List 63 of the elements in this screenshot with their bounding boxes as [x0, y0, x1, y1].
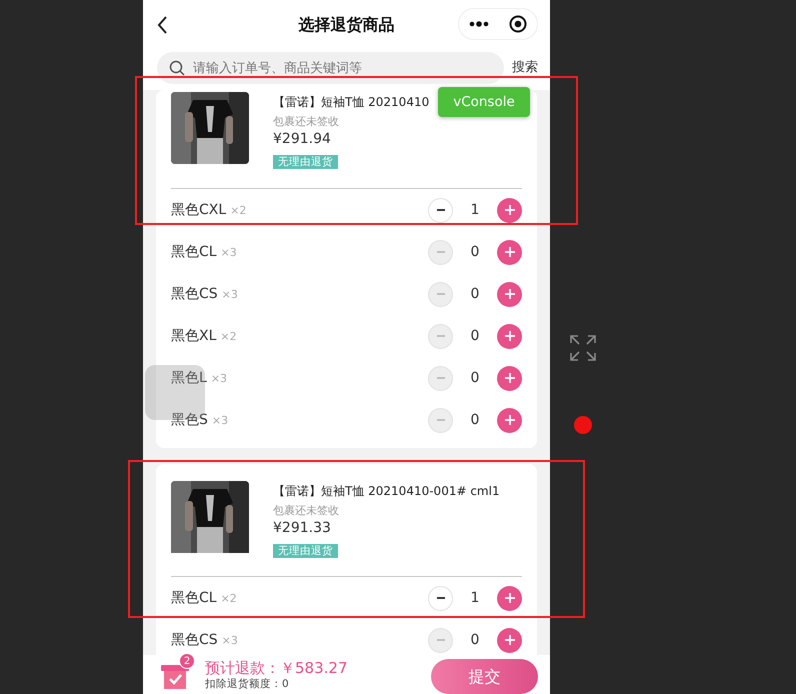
stock-count: ×2 [220, 328, 237, 344]
stock-count: ×3 [212, 412, 228, 428]
refund-total: 预计退款：￥583.27 [205, 659, 348, 678]
expand-icon[interactable] [570, 335, 596, 361]
quantity: 0 [470, 410, 480, 430]
variant-name: 黑色CL [171, 242, 217, 262]
product-title: 【雷诺】短袖T恤 20210410 [273, 94, 430, 110]
minus-button[interactable] [428, 198, 453, 222]
variant-name: 黑色CXL [171, 200, 226, 220]
deduction-text: 扣除退货额度：0 [205, 678, 290, 690]
plus-icon [504, 372, 516, 384]
plus-button[interactable] [497, 408, 522, 432]
quantity: 1 [470, 588, 480, 608]
plus-icon [504, 246, 516, 258]
plus-button[interactable] [497, 586, 522, 610]
plus-icon [504, 414, 516, 426]
back-icon[interactable] [157, 16, 168, 34]
quantity: 0 [470, 630, 480, 650]
record-dot [574, 416, 592, 434]
submit-button[interactable]: 提交 [431, 659, 538, 694]
plus-button[interactable] [497, 324, 522, 348]
plus-button[interactable] [497, 628, 522, 652]
stock-count: ×3 [222, 286, 238, 302]
variant-name: 黑色L [171, 368, 207, 388]
minus-button[interactable] [428, 586, 453, 610]
search-button[interactable]: 搜索 [512, 58, 538, 78]
stock-count: ×3 [220, 244, 237, 260]
shipping-status: 包裹还未签收 [273, 503, 340, 519]
variant-name: 黑色S [171, 410, 208, 430]
price: ¥291.94 [273, 130, 332, 148]
plus-icon [504, 592, 516, 604]
count-badge: 2 [179, 653, 195, 669]
product-title: 【雷诺】短袖T恤 20210410-001# cml1 [273, 483, 500, 499]
stock-count: ×3 [210, 370, 228, 386]
plus-button[interactable] [497, 198, 522, 222]
search-icon [169, 60, 185, 76]
quantity: 1 [470, 200, 480, 220]
quantity: 0 [470, 368, 480, 388]
search-field[interactable]: 请输入订单号、商品关键词等 [157, 52, 504, 84]
variant-name: 黑色CL [171, 588, 217, 608]
plus-button[interactable] [497, 240, 522, 264]
page-title: 选择退货商品 [298, 14, 394, 36]
debug-console-button[interactable]: vConsole [438, 87, 530, 117]
variant-name: 黑色CS [171, 284, 218, 304]
quantity: 0 [470, 284, 480, 304]
plus-button[interactable] [497, 282, 522, 306]
plus-icon [504, 288, 516, 300]
plus-icon [504, 634, 516, 646]
plus-button[interactable] [497, 366, 522, 390]
return-tag: 无理由退货 [273, 544, 338, 558]
plus-icon [504, 204, 516, 216]
plus-icon [504, 330, 516, 342]
shipping-status: 包裹还未签收 [273, 114, 340, 130]
stock-count: ×2 [220, 590, 237, 606]
return-tag: 无理由退货 [273, 155, 338, 169]
price: ¥291.33 [273, 519, 332, 537]
quantity: 0 [470, 242, 480, 262]
variant-name: 黑色XL [171, 326, 216, 346]
stock-count: ×3 [222, 632, 238, 648]
quantity: 0 [470, 326, 480, 346]
variant-name: 黑色CS [171, 630, 218, 650]
stock-count: ×2 [230, 202, 246, 218]
more-icon[interactable] [469, 21, 489, 27]
